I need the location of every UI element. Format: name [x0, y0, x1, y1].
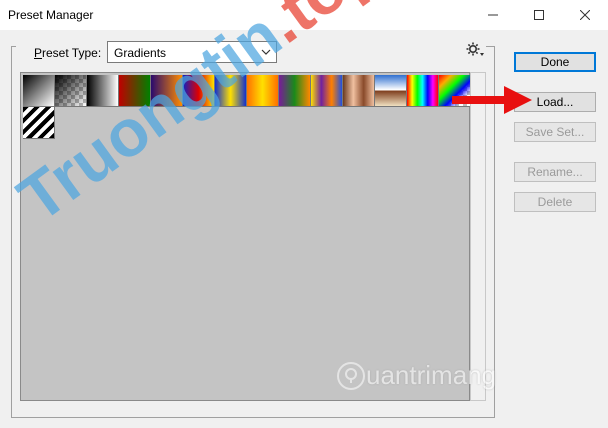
- red-arrow-annotation: [452, 86, 532, 114]
- maximize-button[interactable]: [516, 0, 562, 30]
- rename-button[interactable]: Rename...: [514, 162, 596, 182]
- maximize-icon: [534, 10, 544, 20]
- save-set-button[interactable]: Save Set...: [514, 122, 596, 142]
- lightbulb-icon: [337, 361, 365, 390]
- window-title: Preset Manager: [8, 8, 94, 22]
- close-button[interactable]: [562, 0, 608, 30]
- preset-type-value: Gradients: [114, 46, 167, 60]
- minimize-icon: [488, 14, 498, 16]
- gradient-swatch-transparent-stripes[interactable]: [23, 107, 55, 139]
- close-icon: [580, 10, 590, 20]
- delete-button[interactable]: Delete: [514, 192, 596, 212]
- gradient-swatch-yellow-violet-orange-blue[interactable]: [311, 75, 343, 107]
- gear-icon[interactable]: [466, 42, 484, 58]
- gradient-swatch-foreground-to-background[interactable]: [23, 75, 55, 107]
- done-button[interactable]: Done: [514, 52, 596, 72]
- gradient-swatch-copper[interactable]: [343, 75, 375, 107]
- gradient-swatch-spectrum[interactable]: [407, 75, 439, 107]
- gradient-swatch-violet-green-orange[interactable]: [279, 75, 311, 107]
- gradient-swatch-foreground-to-transparent[interactable]: [55, 75, 87, 107]
- preset-type-label: Preset Type:: [34, 46, 102, 60]
- minimize-button[interactable]: [470, 0, 516, 30]
- vertical-scrollbar[interactable]: [470, 72, 486, 401]
- quantrimang-watermark: uantrimang: [336, 360, 496, 391]
- gradient-swatch-chrome[interactable]: [375, 75, 407, 107]
